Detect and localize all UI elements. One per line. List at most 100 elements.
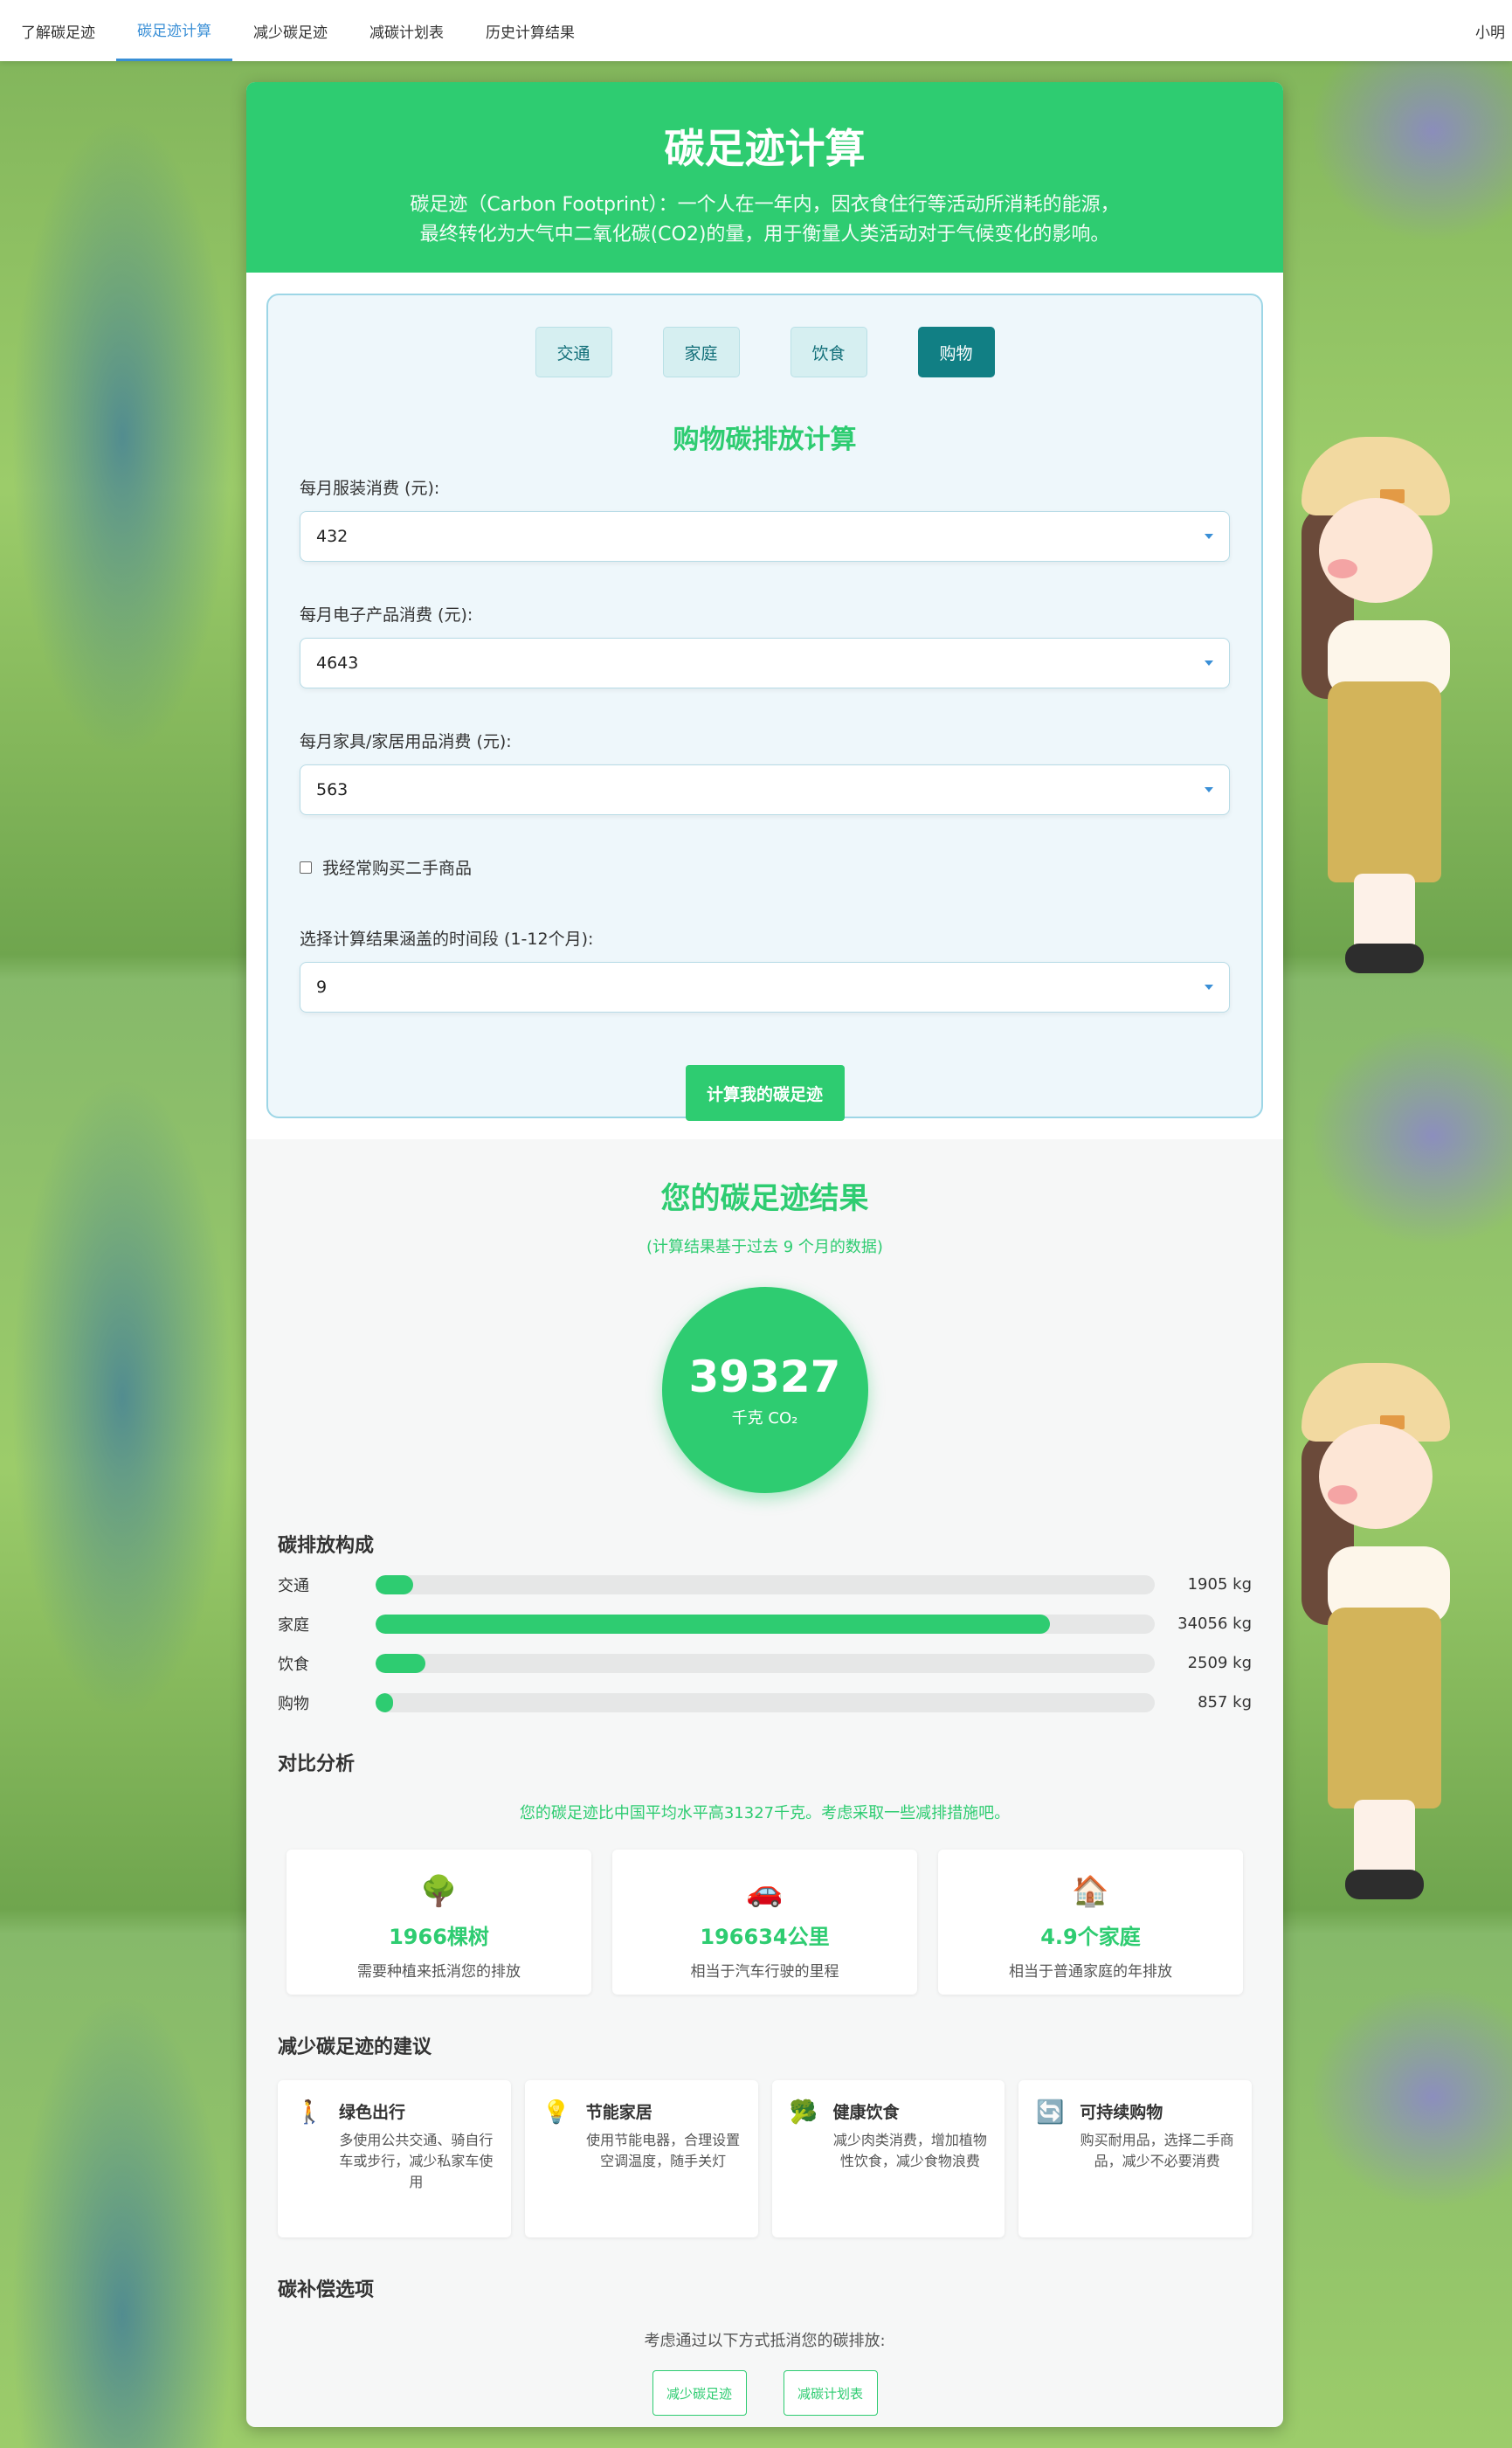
form-title: 购物碳排放计算 — [673, 425, 857, 455]
girl-illustration — [1284, 437, 1459, 1066]
tree-icon: 🌳 — [420, 1874, 458, 1909]
tip-card: 🔄 可持续购物 购买耐用品，选择二手商品，减少不必要消费 — [1018, 2080, 1252, 2237]
period-label: 选择计算结果涵盖的时间段 (1-12个月): — [300, 930, 594, 949]
clothing-select[interactable]: 432 — [300, 511, 1230, 562]
comparison-text: 您的碳足迹比中国平均水平高31327千克。考虑采取一些减排措施吧。 — [519, 1804, 1011, 1822]
secondhand-label: 我经常购买二手商品 — [322, 859, 473, 878]
electronics-value: 4643 — [316, 653, 359, 673]
breakdown-track — [376, 1653, 1155, 1673]
page-title: 碳足迹计算 — [664, 125, 866, 172]
impact-value: 196634公里 — [700, 1925, 830, 1949]
breakdown-fill — [376, 1692, 393, 1712]
lightbulb-icon: 💡 — [542, 2099, 571, 2126]
category-tabs: 交通 家庭 饮食 购物 — [300, 327, 1230, 377]
breakdown-label: 购物 — [278, 1694, 309, 1713]
breakdown-value: 2509 kg — [1187, 1654, 1252, 1672]
tip-desc: 购买耐用品，选择二手商品，减少不必要消费 — [1080, 2132, 1234, 2169]
furniture-label: 每月家具/家居用品消费 (元): — [300, 732, 512, 751]
impact-card: 🏠 4.9个家庭 相当于普通家庭的年排放 — [938, 1850, 1243, 1995]
breakdown-fill — [376, 1574, 413, 1594]
breakdown-value: 34056 kg — [1177, 1615, 1252, 1633]
tips-title: 减少碳足迹的建议 — [278, 2037, 432, 2058]
tip-title: 可持续购物 — [1080, 2103, 1163, 2122]
car-icon: 🚗 — [746, 1874, 784, 1909]
reduce-footprint-button[interactable]: 减少碳足迹 — [652, 2370, 747, 2416]
broccoli-icon: 🥦 — [789, 2099, 818, 2126]
tips-cards: 🚶 绿色出行 多使用公共交通、骑自行车或步行，减少私家车使用 💡 节能家居 使用… — [278, 2080, 1252, 2237]
tip-card: 🚶 绿色出行 多使用公共交通、骑自行车或步行，减少私家车使用 — [278, 2080, 511, 2237]
impact-cards: 🌳 1966棵树 需要种植来抵消您的排放 🚗 196634公里 相当于汽车行驶的… — [278, 1850, 1252, 1995]
total-footprint-value: 39327 — [688, 1352, 841, 1402]
breakdown-label: 饮食 — [278, 1655, 309, 1674]
secondhand-option[interactable]: 我经常购买二手商品 — [300, 855, 1230, 879]
clothing-label: 每月服装消费 (元): — [300, 479, 440, 498]
furniture-select[interactable]: 563 — [300, 764, 1230, 815]
tab-shopping[interactable]: 购物 — [917, 327, 995, 377]
total-footprint-circle: 39327 千克 CO₂ — [661, 1287, 868, 1493]
page-description: 碳足迹（Carbon Footprint）：一个人在一年内，因衣食住行等活动所消… — [246, 190, 1283, 250]
comparison-title: 对比分析 — [278, 1753, 356, 1775]
breakdown-value: 1905 kg — [1187, 1575, 1252, 1594]
breakdown-row: 家庭 34056 kg — [278, 1604, 1252, 1643]
chevron-down-icon — [1205, 660, 1213, 666]
offset-text: 考虑通过以下方式抵消您的碳排放: — [644, 2332, 886, 2350]
chevron-down-icon — [1205, 787, 1213, 792]
tab-transport[interactable]: 交通 — [535, 327, 612, 377]
period-select[interactable]: 9 — [300, 962, 1230, 1013]
tip-card: 🥦 健康饮食 减少肉类消费，增加植物性饮食，减少食物浪费 — [771, 2080, 1005, 2237]
hero-banner: 碳足迹计算 碳足迹（Carbon Footprint）：一个人在一年内，因衣食住… — [246, 82, 1283, 273]
breakdown-fill — [376, 1653, 426, 1673]
offset-buttons: 减少碳足迹 减碳计划表 — [278, 2370, 1252, 2416]
furniture-value: 563 — [316, 780, 349, 799]
total-footprint-unit: 千克 CO₂ — [731, 1409, 798, 1428]
impact-desc: 需要种植来抵消您的排放 — [357, 1963, 521, 1981]
reduction-plan-button[interactable]: 减碳计划表 — [783, 2370, 878, 2416]
tip-desc: 多使用公共交通、骑自行车或步行，减少私家车使用 — [339, 2132, 494, 2190]
calculator-form: 交通 家庭 饮食 购物 购物碳排放计算 每月服装消费 (元): 432 每月电子… — [266, 294, 1263, 1121]
tip-desc: 使用节能电器，合理设置空调温度，随手关灯 — [586, 2132, 741, 2169]
impact-desc: 相当于汽车行驶的里程 — [690, 1963, 839, 1981]
nav-item-reduce[interactable]: 减少碳足迹 — [232, 0, 349, 61]
impact-card: 🌳 1966棵树 需要种植来抵消您的排放 — [287, 1850, 591, 1995]
breakdown-bars: 交通 1905 kg 家庭 34056 kg 饮食 2509 kg 购物 857… — [278, 1565, 1252, 1722]
girl-illustration — [1284, 1363, 1459, 1992]
breakdown-track — [376, 1692, 1155, 1712]
house-icon: 🏠 — [1072, 1874, 1109, 1909]
main-card: 碳足迹计算 碳足迹（Carbon Footprint）：一个人在一年内，因衣食住… — [246, 82, 1283, 2427]
chevron-down-icon — [1205, 534, 1213, 539]
user-name[interactable]: 小明 — [1475, 0, 1512, 61]
tip-desc: 减少肉类消费，增加植物性饮食，减少食物浪费 — [832, 2132, 987, 2169]
chevron-down-icon — [1205, 985, 1213, 990]
top-navigation: 了解碳足迹 碳足迹计算 减少碳足迹 减碳计划表 历史计算结果 小明 — [0, 0, 1512, 61]
impact-card: 🚗 196634公里 相当于汽车行驶的里程 — [612, 1850, 917, 1995]
period-value: 9 — [316, 978, 328, 997]
description-line: 最终转化为大气中二氧化碳(CO2)的量，用于衡量人类活动对于气候变化的影响。 — [419, 224, 1110, 245]
walking-icon: 🚶 — [295, 2099, 324, 2126]
offset-title: 碳补偿选项 — [278, 2279, 375, 2301]
breakdown-label: 家庭 — [278, 1615, 309, 1635]
result-title: 您的碳足迹结果 — [660, 1181, 869, 1216]
nav-item-plan[interactable]: 减碳计划表 — [349, 0, 465, 61]
electronics-select[interactable]: 4643 — [300, 638, 1230, 688]
breakdown-row: 饮食 2509 kg — [278, 1643, 1252, 1683]
impact-value: 4.9个家庭 — [1040, 1925, 1141, 1949]
impact-value: 1966棵树 — [389, 1925, 489, 1949]
breakdown-row: 购物 857 kg — [278, 1683, 1252, 1722]
breakdown-track — [376, 1614, 1155, 1634]
secondhand-checkbox[interactable] — [300, 861, 312, 874]
tab-home[interactable]: 家庭 — [662, 327, 740, 377]
impact-desc: 相当于普通家庭的年排放 — [1009, 1963, 1172, 1981]
breakdown-title: 碳排放构成 — [278, 1535, 375, 1557]
tip-title: 节能家居 — [585, 2103, 652, 2122]
nav-item-calculate[interactable]: 碳足迹计算 — [116, 0, 232, 61]
tab-food[interactable]: 饮食 — [790, 327, 867, 377]
breakdown-label: 交通 — [278, 1576, 309, 1595]
calculate-button[interactable]: 计算我的碳足迹 — [685, 1065, 845, 1121]
clothing-value: 432 — [316, 527, 349, 546]
nav-item-history[interactable]: 历史计算结果 — [465, 0, 596, 61]
nav-item-learn[interactable]: 了解碳足迹 — [0, 0, 116, 61]
breakdown-track — [376, 1574, 1155, 1594]
result-subtitle: (计算结果基于过去 9 个月的数据) — [646, 1238, 883, 1256]
breakdown-fill — [376, 1614, 1051, 1634]
recycle-icon: 🔄 — [1036, 2099, 1065, 2126]
